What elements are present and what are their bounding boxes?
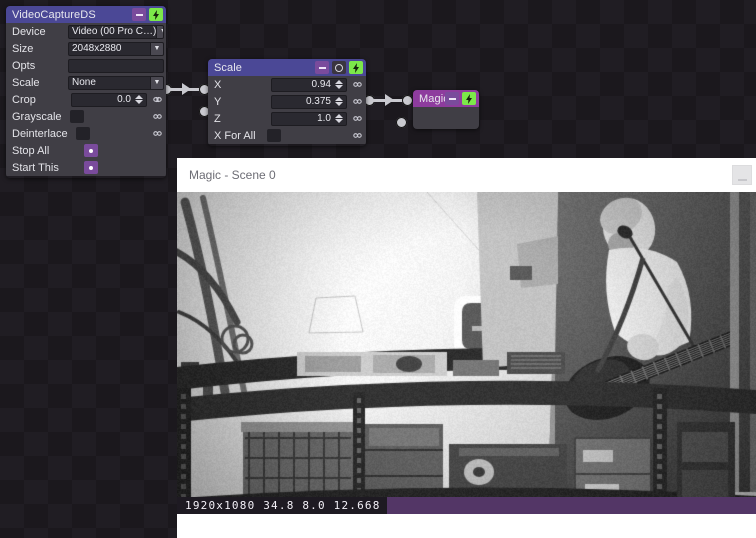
- label-deinterlace: Deinterlace: [12, 128, 68, 140]
- input-port-magic-bottom[interactable]: [396, 117, 407, 128]
- row-device: Device Video (00 Pro C…) ▼: [6, 23, 166, 40]
- link-icon[interactable]: [351, 95, 364, 108]
- deinterlace-checkbox[interactable]: [76, 127, 90, 140]
- chevron-down-icon[interactable]: ▼: [156, 26, 164, 38]
- link-icon[interactable]: [151, 127, 164, 140]
- label-scale-z: Z: [214, 113, 221, 125]
- node-magic[interactable]: Magic: [413, 90, 479, 129]
- scale-x-value: 0.94: [312, 79, 331, 90]
- row-scale-z: Z 1.0: [208, 110, 366, 127]
- wire-arrow-scale-magic: [385, 94, 394, 106]
- scale-y-stepper[interactable]: [334, 97, 344, 106]
- link-icon[interactable]: [151, 110, 164, 123]
- node-body-magic: [413, 107, 479, 129]
- row-x-for-all: X For All: [208, 127, 366, 144]
- chevron-down-icon[interactable]: ▼: [150, 77, 163, 89]
- label-device: Device: [12, 26, 46, 38]
- label-scale-x: X: [214, 79, 221, 91]
- scale-select[interactable]: None ▼: [68, 76, 164, 90]
- row-stop-all: Stop All: [6, 142, 166, 159]
- input-port-magic-top[interactable]: [402, 95, 413, 106]
- status-text: 1920x1080 34.8 8.0 12.668: [177, 497, 387, 514]
- row-scale-y: Y 0.375: [208, 93, 366, 110]
- clock-icon[interactable]: [332, 61, 346, 74]
- node-header-videocapture[interactable]: VideoCaptureDS: [6, 6, 166, 23]
- row-opts: Opts: [6, 57, 166, 74]
- x-for-all-checkbox[interactable]: [267, 129, 281, 142]
- label-crop: Crop: [12, 94, 36, 106]
- label-size: Size: [12, 43, 33, 55]
- node-body-videocapture: Device Video (00 Pro C…) ▼ Size 2048x288…: [6, 23, 166, 176]
- label-stop-all: Stop All: [12, 145, 49, 157]
- row-grayscale: Grayscale: [6, 108, 166, 125]
- scale-z-value: 1.0: [317, 113, 331, 124]
- node-title-scale: Scale: [214, 62, 315, 74]
- node-body-scale: X 0.94 Y 0.375 Z 1.0 X For All: [208, 76, 366, 144]
- label-grayscale: Grayscale: [12, 111, 62, 123]
- row-crop: Crop 0.0: [6, 91, 166, 108]
- node-title-videocapture: VideoCaptureDS: [12, 9, 132, 21]
- lightning-bolt-icon[interactable]: [149, 8, 163, 21]
- row-start-this: Start This: [6, 159, 166, 176]
- link-icon[interactable]: [351, 129, 364, 142]
- scale-x-input[interactable]: 0.94: [271, 78, 347, 92]
- row-scale-x: X 0.94: [208, 76, 366, 93]
- stop-all-button[interactable]: [84, 144, 98, 157]
- label-start-this: Start This: [12, 162, 59, 174]
- node-header-buttons: [315, 61, 363, 74]
- device-value: Video (00 Pro C…): [72, 26, 156, 37]
- scale-x-stepper[interactable]: [334, 80, 344, 89]
- node-graph-canvas[interactable]: VideoCaptureDS Device Video (00 Pro C…) …: [0, 0, 756, 538]
- link-icon[interactable]: [151, 93, 164, 106]
- lightning-bolt-icon[interactable]: [349, 61, 363, 74]
- crop-input[interactable]: 0.0: [71, 93, 147, 107]
- minimize-button[interactable]: [132, 8, 146, 21]
- lightning-bolt-icon[interactable]: [462, 92, 476, 105]
- node-header-magic[interactable]: Magic: [413, 90, 479, 107]
- size-select[interactable]: 2048x2880 ▼: [68, 42, 164, 56]
- grayscale-checkbox[interactable]: [70, 110, 84, 123]
- scale-z-stepper[interactable]: [334, 114, 344, 123]
- opts-input[interactable]: [68, 59, 164, 73]
- node-header-buttons: [132, 8, 163, 21]
- node-header-buttons: [445, 92, 476, 105]
- label-opts: Opts: [12, 60, 35, 72]
- crop-stepper[interactable]: [134, 95, 144, 104]
- scene-titlebar[interactable]: Magic - Scene 0: [177, 158, 756, 192]
- label-scale: Scale: [12, 77, 40, 89]
- wire-arrow-videocapture-scale: [182, 83, 191, 95]
- row-size: Size 2048x2880 ▼: [6, 40, 166, 57]
- video-preview[interactable]: 1920x1080 34.8 8.0 12.668: [177, 192, 756, 514]
- node-videocapture-ds[interactable]: VideoCaptureDS Device Video (00 Pro C…) …: [6, 6, 166, 178]
- device-select[interactable]: Video (00 Pro C…) ▼: [68, 25, 164, 39]
- row-deinterlace: Deinterlace: [6, 125, 166, 142]
- node-scale[interactable]: Scale X 0.94 Y 0.375 Z 1.0 X For All: [208, 59, 366, 146]
- video-status-bar: 1920x1080 34.8 8.0 12.668: [177, 497, 756, 514]
- label-x-for-all: X For All: [214, 130, 256, 142]
- scene-output-window[interactable]: Magic - Scene 0 1920x1080 34.8 8.0 12.66…: [177, 158, 756, 538]
- link-icon[interactable]: [351, 112, 364, 125]
- size-value: 2048x2880: [72, 43, 122, 54]
- video-frame: [177, 192, 756, 514]
- scene-title: Magic - Scene 0: [189, 168, 732, 182]
- scene-minimize-button[interactable]: [732, 165, 752, 185]
- crop-value: 0.0: [117, 94, 131, 105]
- link-icon[interactable]: [351, 78, 364, 91]
- start-this-button[interactable]: [84, 161, 98, 174]
- scale-z-input[interactable]: 1.0: [271, 112, 347, 126]
- node-header-scale[interactable]: Scale: [208, 59, 366, 76]
- scale-value: None: [72, 77, 96, 88]
- node-title-magic: Magic: [419, 93, 445, 105]
- scale-y-value: 0.375: [306, 96, 331, 107]
- label-scale-y: Y: [214, 96, 221, 108]
- minimize-button[interactable]: [315, 61, 329, 74]
- minimize-button[interactable]: [445, 92, 459, 105]
- scale-y-input[interactable]: 0.375: [271, 95, 347, 109]
- row-scale: Scale None ▼: [6, 74, 166, 91]
- chevron-down-icon[interactable]: ▼: [150, 43, 163, 55]
